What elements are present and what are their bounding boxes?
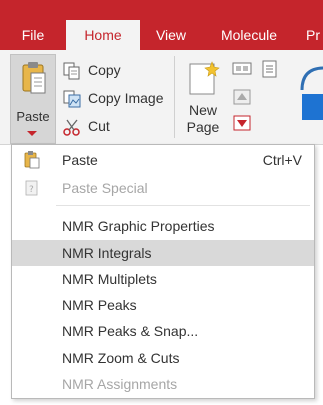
menu-item-nmr-assignments[interactable]: NMR Assignments [12,371,314,397]
menu-separator [56,205,310,206]
new-page-button[interactable]: New Page [178,56,228,142]
menu-item-nmr-integrals[interactable]: NMR Integrals [12,240,314,266]
paste-label: Paste [16,109,50,124]
copy-label: Copy [88,62,121,78]
menu-item-label: NMR Peaks & Snap... [62,323,199,339]
menu-item-label: Paste [62,152,98,168]
scissors-icon [63,119,80,136]
chevron-down-icon[interactable] [27,131,37,136]
menu-item-nmr-graphic-properties[interactable]: NMR Graphic Properties [12,213,314,239]
paste-dropdown-menu: Paste Ctrl+V ? Paste Special NMR Graphic… [11,144,315,399]
paste-special-icon: ? [25,180,38,196]
copy-icon [63,62,80,80]
copy-image-button[interactable]: Copy Image [62,88,172,110]
menu-item-nmr-zoom-cuts[interactable]: NMR Zoom & Cuts [12,345,314,371]
paste-split-button[interactable]: Paste [10,54,56,144]
new-page-icon [189,61,220,95]
new-page-label: New Page [186,102,220,135]
menu-item-label: NMR Zoom & Cuts [62,350,180,366]
document-icon[interactable] [260,60,280,78]
menu-item-label: NMR Multiplets [62,271,157,287]
app-window: File Home View Molecule Pr Paste Copy Co… [0,0,323,405]
menu-item-paste[interactable]: Paste Ctrl+V [12,147,314,173]
tab-file[interactable]: File [10,20,56,50]
rotate-tool-icon[interactable] [298,62,323,132]
menu-item-paste-special[interactable]: ? Paste Special [12,175,314,201]
cut-button[interactable]: Cut [62,116,172,138]
menu-item-label: NMR Peaks [62,297,137,313]
move-up-icon[interactable] [232,88,252,106]
page-tools-group [232,60,292,140]
clipboard-icon [24,151,40,169]
ribbon-tab-bar: File Home View Molecule Pr [0,0,323,50]
cut-label: Cut [88,118,110,134]
copy-image-icon [63,90,81,108]
copy-image-label: Copy Image [88,90,164,106]
tab-view[interactable]: View [145,20,197,50]
tab-molecule[interactable]: Molecule [206,20,292,50]
menu-item-label: NMR Graphic Properties [62,218,215,234]
clipboard-icon [22,62,46,94]
move-down-icon[interactable] [232,114,252,132]
menu-item-nmr-peaks-snap[interactable]: NMR Peaks & Snap... [12,318,314,344]
menu-item-label: NMR Integrals [62,245,152,261]
menu-item-nmr-peaks[interactable]: NMR Peaks [12,292,314,318]
copy-button[interactable]: Copy [62,60,172,82]
tab-home[interactable]: Home [66,20,140,50]
svg-text:?: ? [29,185,34,195]
ribbon-separator [174,56,175,138]
menu-item-label: Paste Special [62,180,148,196]
page-setup-icon[interactable] [232,60,252,78]
menu-item-label: NMR Assignments [62,376,178,392]
tab-truncated[interactable]: Pr [306,20,323,50]
menu-shortcut: Ctrl+V [262,152,302,168]
menu-item-nmr-multiplets[interactable]: NMR Multiplets [12,266,314,292]
